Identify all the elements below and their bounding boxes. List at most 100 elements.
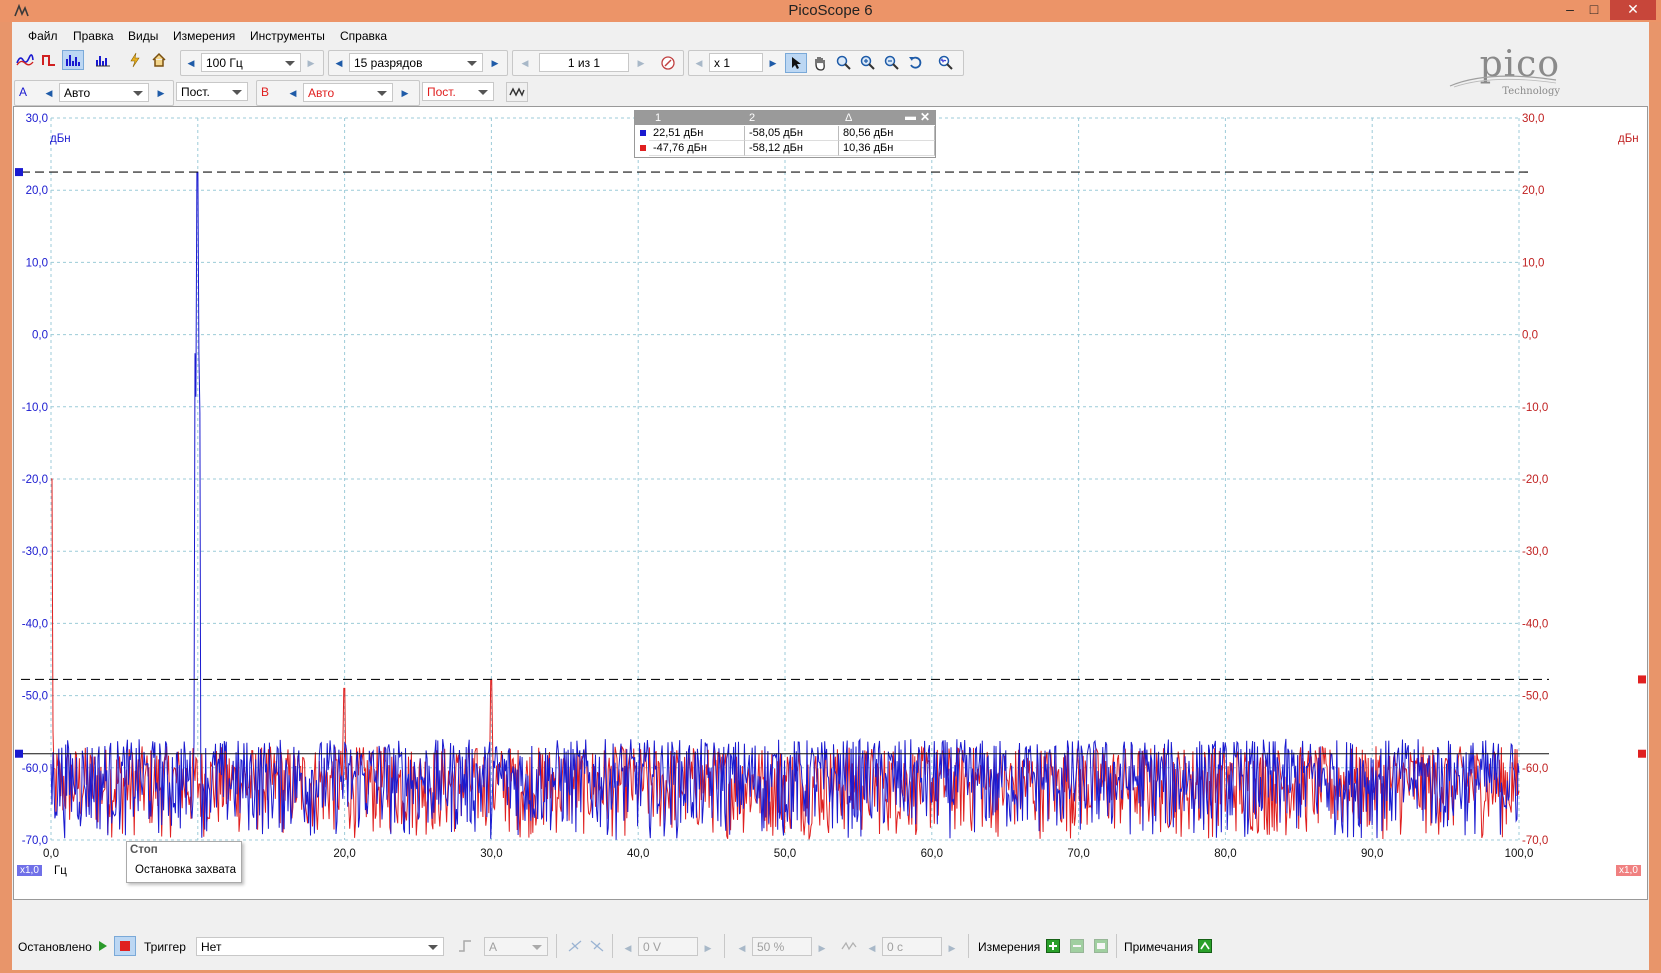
channel-b-range-increase-icon[interactable]: ▶ [397,83,413,103]
trigger-level-decrease-icon[interactable]: ◀ [620,938,636,958]
ruler-legend-header[interactable]: 1 2 Δ ▬ ✕ [635,110,935,125]
channel-a-range-increase-icon[interactable]: ▶ [153,83,169,103]
trigger-mode-select[interactable]: Нет [196,937,444,956]
signal-generator-icon[interactable] [124,50,146,70]
channel-b-scale-badge[interactable]: x1,0 [1616,865,1641,876]
x-tick-label: 50,0 [774,848,796,860]
ruler-a-value-2: -58,05 дБн [745,126,839,141]
pretrigger-decrease-icon[interactable]: ◀ [734,938,750,958]
menu-help[interactable]: Справка [340,29,387,43]
channel-b-label[interactable]: B [261,85,269,99]
trigger-level-increase-icon[interactable]: ▶ [700,938,716,958]
chevron-down-icon [478,90,488,95]
pretrigger-increase-icon[interactable]: ▶ [814,938,830,958]
undo-zoom-icon[interactable] [905,53,927,73]
y-tick-label-right: -40,0 [1522,618,1548,630]
y-axis-unit-left: дБн [50,133,71,145]
spectrum-options-icon[interactable] [92,50,114,70]
notes-icon[interactable] [1194,936,1216,956]
spectrum-view[interactable]: 30,0 30,0 20,0 20,0 10,0 10,0 0,0 0,0 -10,0 -10,0… [13,106,1648,900]
edit-measurement-icon[interactable] [1090,936,1112,956]
zoom-increase-icon[interactable]: ▶ [765,53,781,73]
notes-label: Примечания [1124,940,1194,954]
collapse-icon[interactable]: ▬ [905,111,916,123]
channel-a-range-select[interactable]: Авто [59,83,149,102]
zoom-overview-icon[interactable] [935,53,957,73]
channel-a-coupling-select[interactable]: Пост. [176,82,248,101]
add-measurement-icon[interactable] [1042,936,1064,956]
pointer-tool-icon[interactable] [785,53,807,73]
y-tick-label-right: -10,0 [1522,402,1548,414]
channel-b-swatch [640,145,646,151]
tooltip-title: Стоп [130,844,158,856]
channel-a-swatch [640,130,646,136]
home-icon[interactable] [148,50,170,70]
resolution-decrease-icon[interactable]: ◀ [331,53,347,73]
timebase-decrease-icon[interactable]: ◀ [183,53,199,73]
zoom-decrease-icon[interactable]: ◀ [691,53,707,73]
timebase-increase-icon[interactable]: ▶ [303,53,319,73]
channel-a-range-decrease-icon[interactable]: ◀ [41,83,57,103]
falling-edge-icon[interactable] [586,936,608,956]
separator [612,934,613,958]
remove-measurement-icon[interactable] [1066,936,1088,956]
delay-increase-icon[interactable]: ▶ [944,938,960,958]
y-tick-label-left: -50,0 [22,691,48,703]
start-icon[interactable] [92,936,114,956]
math-channels-icon[interactable] [506,82,528,102]
zoom-in-icon[interactable] [857,53,879,73]
title-bar: PicoScope 6 – □ ✕ [0,0,1661,22]
capture-toolbar: ◀ 100 Гц ▶ ◀ 15 разрядов ▶ ◀ 1 из 1 ▶ ◀ … [12,48,1649,76]
menu-tools[interactable]: Инструменты [250,29,325,43]
trigger-edge-icon[interactable] [454,936,476,956]
pretrigger-input[interactable]: 50 % [752,937,812,956]
zoom-window-icon[interactable] [833,53,855,73]
menu-views[interactable]: Виды [128,29,158,43]
y-tick-label-right: 20,0 [1522,185,1544,197]
delay-input[interactable]: 0 с [882,937,942,956]
y-tick-label-left: -70,0 [22,835,48,847]
menu-file[interactable]: Файл [28,29,58,43]
resolution-increase-icon[interactable]: ▶ [487,53,503,73]
hand-tool-icon[interactable] [809,53,831,73]
maximize-button[interactable]: □ [1584,0,1604,20]
channel-b-range-select[interactable]: Авто [303,83,393,102]
ruler-floor-handle-right [1638,749,1646,758]
channel-a-label[interactable]: A [19,85,27,99]
rising-edge-icon[interactable] [564,936,586,956]
stop-button[interactable] [114,936,136,956]
channel-b-coupling-select[interactable]: Пост. [422,82,494,101]
close-icon[interactable]: ✕ [920,110,930,124]
buffer-overview-icon[interactable] [657,53,679,73]
delay-decrease-icon[interactable]: ◀ [864,938,880,958]
ruler-legend[interactable]: 1 2 Δ ▬ ✕ 22,51 дБн -58,05 дБн 80,56 дБн… [634,110,936,158]
spectrum-mode-icon[interactable] [62,50,84,70]
channel-b-range-decrease-icon[interactable]: ◀ [285,83,301,103]
trigger-delay-icon[interactable] [838,936,860,956]
y-tick-label-left: 0,0 [32,330,48,342]
buffer-next-icon[interactable]: ▶ [633,53,649,73]
menu-measurements[interactable]: Измерения [173,29,235,43]
scope-mode-icon[interactable] [14,50,36,70]
buffer-index[interactable]: 1 из 1 [539,53,629,72]
ruler-a-handle [15,168,23,177]
chevron-down-icon [133,91,143,96]
trigger-channel-select[interactable]: A [484,937,548,956]
resolution-select[interactable]: 15 разрядов [349,53,483,72]
trigger-label: Триггер [144,940,186,954]
logo-subtitle: Technology [1502,86,1560,97]
buffer-prev-icon[interactable]: ◀ [517,53,533,73]
close-button[interactable]: ✕ [1610,0,1656,20]
minimize-button[interactable]: – [1560,0,1580,20]
persistence-mode-icon[interactable] [38,50,60,70]
zoom-out-icon[interactable] [881,53,903,73]
ruler-a-value-1: 22,51 дБн [649,126,745,141]
spectrum-chart[interactable]: 30,0 30,020,0 20,010,0 10,00,0 0,0-10,0 -10,0… [14,107,1647,899]
zoom-factor[interactable]: x 1 [709,53,763,72]
menu-edit[interactable]: Правка [73,29,114,43]
timebase-select[interactable]: 100 Гц [201,53,301,72]
channel-a-scale-badge[interactable]: x1,0 [17,865,42,876]
trigger-level-input[interactable]: 0 V [638,937,698,956]
ruler-floor-handle-left [15,749,23,758]
ruler-legend-col-1: 1 [655,112,662,124]
